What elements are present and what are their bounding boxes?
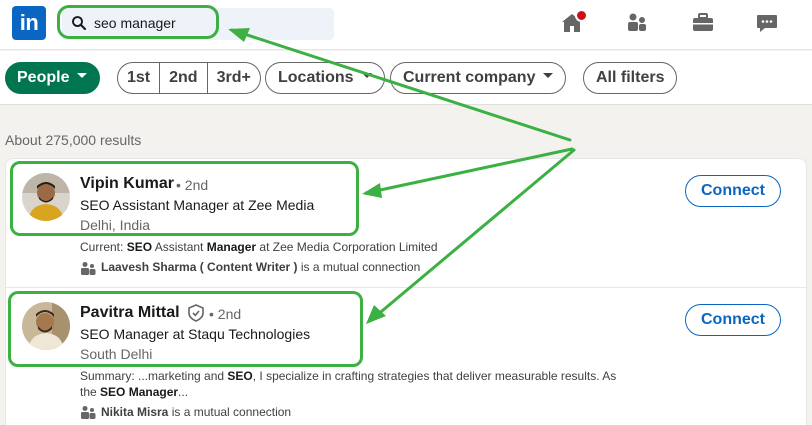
results-list: Vipin Kumar • 2nd SEO Assistant Manager … [5, 158, 807, 425]
mutual-connection-text[interactable]: Nikita Misra is a mutual connection [101, 405, 291, 419]
connection-degree: • 2nd [209, 306, 242, 322]
connect-button[interactable]: Connect [685, 175, 781, 207]
locations-filter-button[interactable]: Locations [265, 62, 385, 94]
profile-headline: SEO Assistant Manager at Zee Media [80, 197, 315, 213]
second-degree-filter[interactable]: 2nd [160, 63, 208, 93]
search-icon [72, 16, 87, 31]
chevron-down-icon [361, 73, 372, 79]
avatar[interactable] [22, 173, 70, 221]
profile-name[interactable]: Vipin Kumar [80, 175, 174, 193]
avatar[interactable] [22, 302, 70, 350]
search-input[interactable]: seo manager [94, 15, 176, 31]
current-company-filter-button[interactable]: Current company [390, 62, 567, 94]
third-degree-filter[interactable]: 3rd+ [208, 63, 260, 93]
profile-name[interactable]: Pavitra Mittal [80, 304, 180, 322]
people-filter-button[interactable]: People [5, 62, 100, 94]
mutual-connection-icon [81, 406, 96, 419]
top-nav: in seo manager [0, 0, 812, 50]
profile-snippet: Summary: ...marketing and SEO, I special… [80, 369, 617, 383]
connection-degree-filter: 1st 2nd 3rd+ [117, 62, 261, 94]
profile-location: South Delhi [80, 346, 153, 362]
profile-snippet-line2: the SEO Manager... [80, 385, 189, 399]
jobs-icon[interactable] [691, 11, 715, 35]
connection-degree: • 2nd [176, 177, 209, 193]
results-count: About 275,000 results [5, 132, 142, 148]
all-filters-button[interactable]: All filters [583, 62, 678, 94]
mutual-connection-icon [81, 262, 96, 275]
chevron-down-icon [543, 73, 554, 79]
profile-location: Delhi, India [80, 217, 151, 233]
my-network-icon[interactable] [625, 11, 649, 35]
first-degree-filter[interactable]: 1st [118, 63, 161, 93]
profile-snippet: Current: SEO Assistant Manager at Zee Me… [80, 240, 438, 254]
result-divider [6, 287, 806, 288]
notification-badge [575, 9, 588, 22]
mutual-connection-text[interactable]: Laavesh Sharma ( Content Writer ) is a m… [101, 260, 420, 274]
filter-bar: People 1st 2nd 3rd+ Locations Current co… [0, 51, 812, 105]
profile-headline: SEO Manager at Staqu Technologies [80, 326, 311, 342]
chevron-down-icon [77, 73, 88, 79]
connect-button[interactable]: Connect [685, 304, 781, 336]
verified-shield-icon [188, 304, 204, 322]
linkedin-logo[interactable]: in [12, 6, 46, 40]
messaging-icon[interactable] [755, 11, 779, 35]
